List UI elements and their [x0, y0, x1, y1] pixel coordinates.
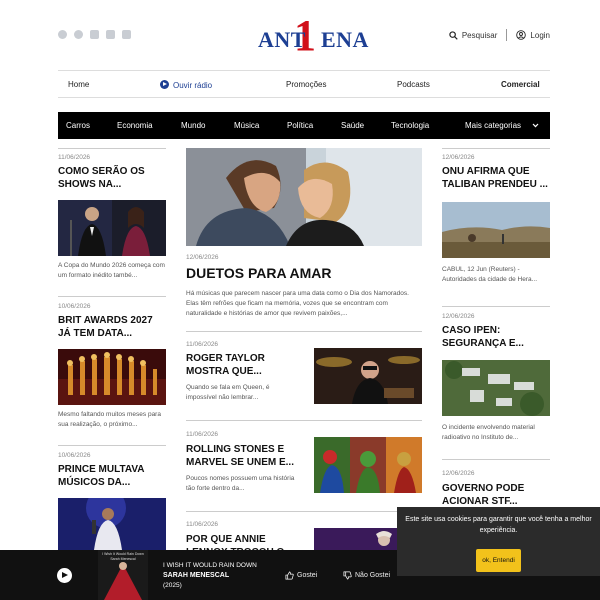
- youtube-icon[interactable]: [122, 30, 131, 39]
- article-excerpt: Quando se fala em Queen, é impossível nã…: [186, 384, 270, 401]
- like-label: Gostei: [297, 572, 318, 579]
- article-title[interactable]: PRINCE MULTAVA MÚSICOS DA...: [58, 463, 166, 489]
- cookie-banner: Este site usa cookies para garantir que …: [397, 507, 600, 576]
- category-economia[interactable]: Economia: [117, 121, 153, 130]
- nav-listen-radio[interactable]: Ouvir rádio: [160, 80, 212, 90]
- more-categories-label: Mais categorias: [465, 121, 522, 130]
- article-excerpt: A Copa do Mundo 2026 começa com um forma…: [58, 262, 165, 279]
- article-date: 11/06/2026: [58, 154, 91, 161]
- song-title: I WISH IT WOULD RAIN DOWN: [163, 562, 257, 569]
- nav-home[interactable]: Home: [68, 80, 89, 89]
- article-title[interactable]: BRIT AWARDS 2027 JÁ TEM DATA...: [58, 314, 166, 340]
- article-date: 12/06/2026: [442, 470, 475, 477]
- x-icon[interactable]: [74, 30, 83, 39]
- article-image-brit-awards[interactable]: [58, 349, 166, 405]
- user-links: Pesquisar Login: [449, 29, 550, 41]
- article-date: 11/06/2026: [186, 521, 219, 528]
- divider: [186, 420, 422, 421]
- song-artist: SARAH MENESCAL: [163, 572, 230, 579]
- divider: [442, 459, 550, 460]
- album-cover-artist: Sarah Menescal: [110, 557, 136, 561]
- article-title[interactable]: ROGER TAYLOR MOSTRA QUE...: [186, 352, 296, 378]
- thumbs-down-icon: [343, 571, 352, 580]
- login-label: Login: [530, 30, 550, 40]
- featured-title[interactable]: DUETOS PARA AMAR: [186, 265, 331, 281]
- article-image-roger-taylor[interactable]: [314, 348, 422, 404]
- article-date: 10/06/2026: [58, 303, 91, 310]
- category-mundo[interactable]: Mundo: [181, 121, 205, 130]
- article-excerpt: O incidente envolvendo material radioati…: [442, 424, 535, 441]
- antena1-logo[interactable]: 1 ANT ENA: [258, 14, 368, 58]
- search-label: Pesquisar: [461, 30, 498, 40]
- article-image-shows[interactable]: [58, 200, 166, 256]
- article-title[interactable]: ONU AFIRMA QUE TALIBAN PRENDEU ...: [442, 165, 550, 191]
- user-icon: [516, 30, 527, 40]
- instagram-icon[interactable]: [90, 30, 99, 39]
- album-cover: I Wish It Would Rain Down Sarah Menescal: [98, 550, 148, 600]
- article-excerpt: CABUL, 12 Jun (Reuters) - Autoridades da…: [442, 266, 538, 283]
- site-header: 1 ANT ENA Pesquisar Login: [0, 0, 600, 70]
- divider: [442, 306, 550, 307]
- divider: [58, 148, 166, 149]
- divider: [506, 29, 508, 41]
- article-date: 12/06/2026: [442, 313, 475, 320]
- divider: [186, 511, 422, 512]
- category-tecnologia[interactable]: Tecnologia: [391, 121, 429, 130]
- article-image-stones-marvel[interactable]: [314, 437, 422, 493]
- featured-excerpt: Há músicas que parecem nascer para uma d…: [186, 290, 409, 317]
- cookie-message: Este site usa cookies para garantir que …: [405, 516, 592, 534]
- accept-cookies-button[interactable]: ok, Entendi: [476, 549, 521, 572]
- divider: [58, 296, 166, 297]
- featured-image[interactable]: [186, 148, 422, 246]
- article-title[interactable]: ROLLING STONES E MARVEL SE UNEM E...: [186, 443, 298, 469]
- album-cover-text: I Wish It Would Rain Down Sarah Menescal: [100, 552, 146, 562]
- article-date: 11/06/2026: [186, 341, 219, 348]
- article-image-prince[interactable]: [58, 498, 166, 550]
- article-title[interactable]: CASO IPEN: SEGURANÇA E...: [442, 324, 550, 350]
- nav-commercial[interactable]: Comercial: [501, 80, 540, 89]
- song-year: (2025): [163, 582, 182, 589]
- dislike-label: Não Gostei: [355, 572, 391, 579]
- article-date: 11/06/2026: [186, 431, 219, 438]
- featured-date: 12/06/2026: [186, 254, 219, 261]
- facebook-icon[interactable]: [58, 30, 67, 39]
- category-musica[interactable]: Música: [234, 121, 259, 130]
- dislike-button[interactable]: Não Gostei: [343, 571, 390, 580]
- article-image-herat[interactable]: [442, 202, 550, 258]
- nav-promotions[interactable]: Promoções: [286, 80, 326, 89]
- article-excerpt: Poucos nomes possuem uma história tão fo…: [186, 475, 295, 492]
- article-title[interactable]: GOVERNO PODE ACIONAR STF...: [442, 482, 550, 508]
- main-nav: Home Ouvir rádio Promoções Podcasts Come…: [58, 70, 550, 98]
- divider: [186, 331, 422, 332]
- search-link[interactable]: Pesquisar: [449, 30, 498, 40]
- divider: [58, 445, 166, 446]
- category-carros[interactable]: Carros: [66, 121, 90, 130]
- article-title[interactable]: COMO SERÃO OS SHOWS NA...: [58, 165, 166, 191]
- article-date: 10/06/2026: [58, 452, 91, 459]
- divider: [442, 148, 550, 149]
- thumbs-up-icon: [285, 571, 294, 580]
- nav-podcasts[interactable]: Podcasts: [397, 80, 430, 89]
- article-image-ipen[interactable]: [442, 360, 550, 416]
- play-icon: [160, 80, 169, 89]
- login-link[interactable]: Login: [516, 30, 550, 40]
- article-date: 12/06/2026: [442, 154, 475, 161]
- play-button[interactable]: [57, 568, 72, 583]
- chevron-down-icon: [532, 123, 539, 128]
- search-icon: [449, 30, 458, 40]
- like-button[interactable]: Gostei: [285, 571, 317, 580]
- nav-listen-label: Ouvir rádio: [173, 81, 213, 90]
- linkedin-icon[interactable]: [106, 30, 115, 39]
- now-playing: I WISH IT WOULD RAIN DOWN SARAH MENESCAL…: [163, 561, 257, 591]
- more-categories-dropdown[interactable]: Mais categorias: [465, 121, 539, 130]
- logo-wordmark: ANT ENA: [258, 27, 369, 52]
- category-politica[interactable]: Política: [287, 121, 313, 130]
- category-saude[interactable]: Saúde: [341, 121, 364, 130]
- article-excerpt: Mesmo faltando muitos meses para sua rea…: [58, 411, 161, 428]
- category-bar: Carros Economia Mundo Música Política Sa…: [58, 112, 550, 139]
- social-links: [58, 30, 131, 39]
